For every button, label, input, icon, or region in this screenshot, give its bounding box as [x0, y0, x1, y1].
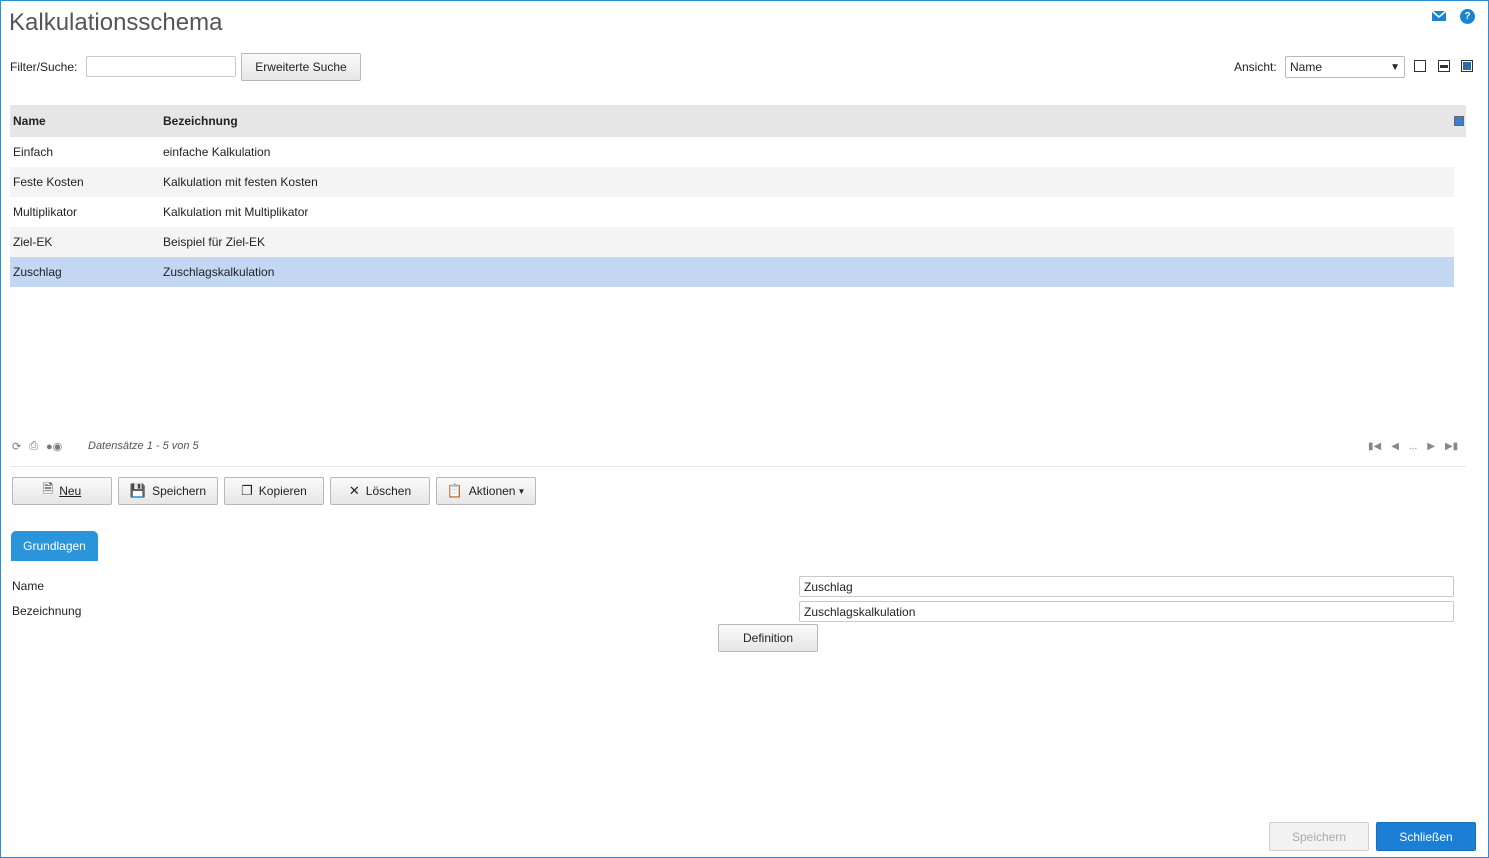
footer-save-button[interactable]: Speichern [1269, 822, 1369, 851]
next-page-icon[interactable]: ▶ [1427, 441, 1435, 452]
tab-grundlagen[interactable]: Grundlagen [11, 531, 98, 561]
filter-label: Filter/Suche: [10, 60, 78, 74]
layout-list-only-icon[interactable] [1414, 60, 1426, 72]
column-header-name[interactable]: Name [10, 114, 160, 128]
advanced-search-button[interactable]: Erweiterte Suche [241, 53, 361, 81]
document-icon: 🗎 [42, 481, 54, 496]
definition-button[interactable]: Definition [718, 624, 818, 652]
save-record-button-label: Speichern [152, 484, 207, 498]
chevron-down-icon: ▼ [1390, 61, 1400, 73]
delete-button[interactable]: ✕ Löschen [330, 477, 430, 505]
records-count: Datensätze 1 - 5 von 5 [88, 440, 199, 452]
first-page-icon[interactable]: ▮◀ [1368, 441, 1381, 452]
cell-name: Feste Kosten [13, 175, 84, 189]
divider [10, 466, 1466, 467]
cell-bezeichnung: Kalkulation mit festen Kosten [163, 175, 318, 189]
cell-bezeichnung: Beispiel für Ziel-EK [163, 235, 266, 249]
table-row[interactable]: Feste Kosten Kalkulation mit festen Kost… [10, 167, 1454, 197]
grid-footer-icons: ⟳ ⎙ ●◉ [12, 440, 62, 453]
view-select-value: Name [1290, 60, 1323, 74]
clipboard-icon: 📋 [446, 483, 463, 498]
cell-bezeichnung: Kalkulation mit Multiplikator [163, 205, 309, 219]
pager-ellipsis: ... [1408, 441, 1418, 452]
view-label: Ansicht: [1234, 60, 1277, 74]
cell-name: Ziel-EK [13, 235, 53, 249]
last-page-icon[interactable]: ▶▮ [1445, 441, 1458, 452]
data-grid: Name Bezeichnung Einfach einfache Kalkul… [10, 105, 1466, 287]
print-icon[interactable]: ⎙ [29, 440, 38, 453]
new-button-label: Neu [59, 484, 82, 498]
column-header-bezeichnung[interactable]: Bezeichnung [160, 114, 1466, 128]
cell-bezeichnung: einfache Kalkulation [163, 145, 271, 159]
table-row[interactable]: Einfach einfache Kalkulation [10, 137, 1454, 167]
help-icon[interactable]: ? [1460, 9, 1475, 24]
copy-button[interactable]: ❐ Kopieren [224, 477, 324, 505]
table-row[interactable]: Multiplikator Kalkulation mit Multiplika… [10, 197, 1454, 227]
mail-icon[interactable] [1431, 8, 1447, 24]
table-row-selected[interactable]: Zuschlag Zuschlagskalkulation [10, 257, 1454, 287]
filter-search-input[interactable] [86, 56, 236, 77]
table-row[interactable]: Ziel-EK Beispiel für Ziel-EK [10, 227, 1454, 257]
pager: ▮◀ ◀ ... ▶ ▶▮ [1368, 441, 1458, 452]
close-button[interactable]: Schließen [1376, 822, 1476, 851]
caret-down-icon: ▼ [517, 486, 526, 496]
floppy-icon: 💾 [129, 483, 147, 498]
bezeichnung-field[interactable]: Zuschlagskalkulation [799, 601, 1454, 622]
settings-icon[interactable]: ●◉ [46, 440, 62, 453]
cell-bezeichnung: Zuschlagskalkulation [163, 265, 275, 279]
actions-button[interactable]: 📋 Aktionen ▼ [436, 477, 536, 505]
delete-button-label: Löschen [365, 484, 412, 498]
cell-name: Einfach [13, 145, 54, 159]
prev-page-icon[interactable]: ◀ [1391, 441, 1399, 452]
refresh-icon[interactable]: ⟳ [12, 440, 21, 453]
name-label: Name [12, 579, 45, 593]
cell-name: Zuschlag [13, 265, 62, 279]
actions-button-label: Aktionen [468, 484, 516, 498]
page-title: Kalkulationsschema [9, 9, 223, 36]
copy-icon: ❐ [241, 483, 253, 498]
bezeichnung-label: Bezeichnung [12, 604, 82, 618]
column-chooser-icon[interactable] [1454, 116, 1464, 126]
close-icon: ✕ [348, 483, 360, 498]
layout-split-icon[interactable] [1438, 60, 1450, 72]
save-record-button[interactable]: 💾 Speichern [118, 477, 218, 505]
layout-detail-only-icon[interactable] [1461, 60, 1473, 72]
cell-name: Multiplikator [13, 205, 78, 219]
view-select[interactable]: Name ▼ [1285, 56, 1405, 78]
new-button[interactable]: 🗎 Neu [12, 477, 112, 505]
copy-button-label: Kopieren [258, 484, 307, 498]
grid-header: Name Bezeichnung [10, 105, 1466, 137]
name-field[interactable]: Zuschlag [799, 576, 1454, 597]
